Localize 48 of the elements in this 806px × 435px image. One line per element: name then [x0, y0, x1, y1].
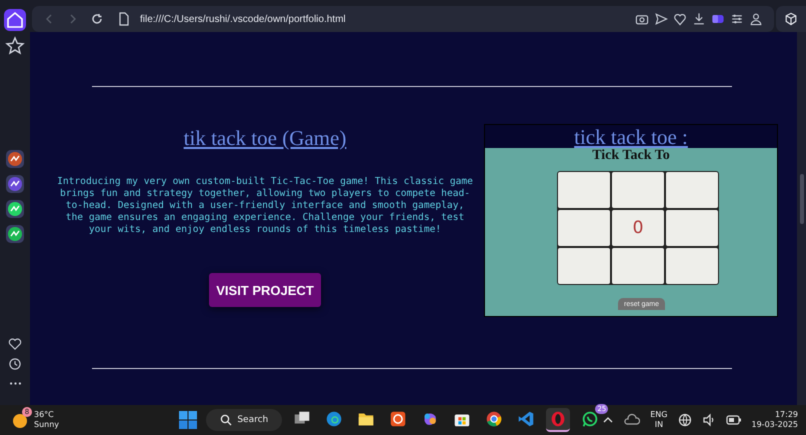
board-cell[interactable]: 0 — [612, 210, 664, 246]
scrollbar[interactable] — [797, 32, 806, 405]
board-cell[interactable] — [558, 210, 610, 246]
extensions-button[interactable] — [776, 6, 806, 32]
sidebar-button[interactable] — [4, 35, 26, 57]
project-description: Introducing my very own custom-built Tic-Tac-Toe game! This classic game brings fun and strategy together, allowing two players to compete head-to-head. Designed with a user-friendly interface and smooth gameplay, the game ensures an engaging experience. Challenge your friends, test your wits, and enjoy endless rounds of this timeless pastime! — [56, 176, 474, 236]
preview-title-link[interactable]: tick tack toe : — [574, 126, 688, 148]
weather-condition: Sunny — [34, 420, 60, 430]
sidebar-button[interactable] — [4, 9, 26, 31]
search-icon — [220, 414, 232, 426]
star-icon — [4, 35, 26, 57]
language-indicator[interactable]: ENG IN — [650, 410, 668, 430]
clock-icon — [7, 356, 23, 372]
board-cell[interactable] — [558, 172, 610, 208]
temperature-text: 36°C — [34, 410, 55, 420]
globe-icon[interactable] — [678, 413, 692, 427]
heart-icon[interactable] — [672, 11, 688, 27]
project-title-link[interactable]: tik tack toe (Game) — [184, 126, 346, 151]
cloud-icon[interactable] — [624, 413, 640, 427]
address-field[interactable]: file:///C:/Users/rushi/.vscode/own/portfolio.html — [140, 14, 346, 24]
battery-icon[interactable] — [726, 414, 742, 426]
taskbar-app[interactable] — [546, 408, 570, 432]
more-icon — [10, 382, 20, 385]
app-icon — [4, 148, 26, 170]
file-icon — [118, 12, 130, 26]
visit-project-button[interactable]: VISIT PROJECT — [209, 273, 321, 307]
game-heading: Tick Tack To — [592, 148, 670, 163]
download-icon[interactable] — [691, 11, 707, 27]
sidebar-button[interactable] — [4, 148, 26, 170]
send-icon[interactable] — [653, 11, 669, 27]
search-button[interactable]: Search — [206, 409, 282, 431]
heart-icon — [7, 336, 23, 352]
account-icon[interactable] — [748, 11, 764, 27]
chrome-icon — [484, 409, 504, 429]
board-cell[interactable] — [612, 248, 664, 284]
ubuntu-icon — [388, 409, 408, 429]
code-editor-icon — [516, 409, 536, 429]
clock[interactable]: 17:29 19-03-2025 — [752, 410, 798, 430]
start-icon[interactable] — [178, 410, 198, 430]
board-cell[interactable] — [666, 210, 718, 246]
reload-icon[interactable] — [90, 12, 104, 26]
speaker-icon[interactable] — [702, 413, 716, 427]
board-cell[interactable] — [666, 248, 718, 284]
cube-icon — [783, 11, 799, 27]
board-cell[interactable] — [558, 248, 610, 284]
home-icon — [4, 9, 26, 31]
board-cell[interactable] — [612, 172, 664, 208]
board-cell[interactable] — [666, 172, 718, 208]
